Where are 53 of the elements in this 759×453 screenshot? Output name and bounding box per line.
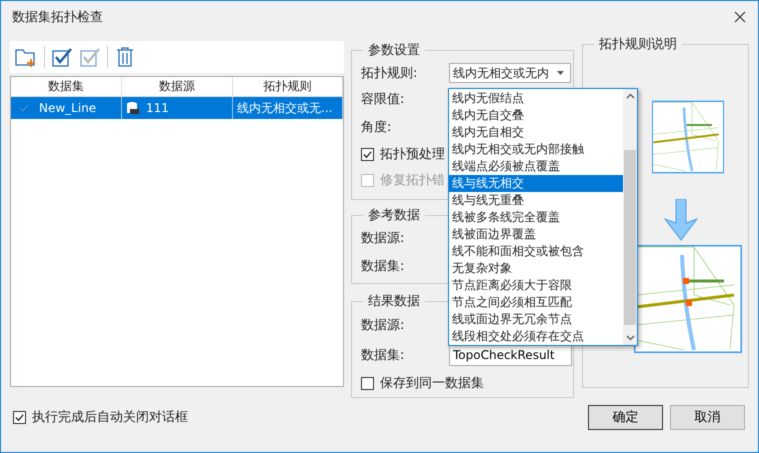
dropdown-item[interactable]: 线被面边界覆盖 (449, 226, 623, 243)
window-title: 数据集拓扑检查 (12, 9, 103, 26)
table-cell: 111 (146, 101, 169, 115)
field-label: 数据集: (361, 347, 406, 364)
caret-icon (557, 71, 564, 75)
rule-dropdown[interactable]: 线内无相交或无内 (449, 63, 571, 83)
dropdown-item[interactable]: 线不能和面相交或被包含 (449, 243, 623, 260)
dropdown-item[interactable]: 线内无自相交 (449, 124, 623, 141)
dropdown-item[interactable]: 线或面边界无冗余节点 (449, 311, 623, 328)
database-icon (126, 101, 140, 115)
checkbox[interactable] (13, 410, 26, 424)
dropdown-item[interactable]: 线段相交处必须存在交点 (449, 328, 623, 345)
field-label: 容限值: (361, 91, 406, 108)
uncheck-icon[interactable] (79, 46, 101, 68)
field-label: 数据源: (361, 317, 406, 334)
close-icon[interactable] (734, 11, 746, 23)
dropdown-item[interactable]: 节点之间必须相互匹配 (449, 294, 623, 311)
dropdown-item[interactable]: 线与线无相交 (449, 175, 623, 192)
trash-icon[interactable] (114, 46, 136, 68)
dropdown-item[interactable]: 线内无相交或无内部接触 (449, 141, 623, 158)
dataset-input[interactable]: TopoCheckResult (449, 344, 572, 366)
group-title: 结果数据 (367, 293, 421, 310)
checkbox-label: 保存到同一数据集 (380, 375, 484, 392)
table-row[interactable]: New_Line 111 线内无相交或无... (11, 97, 343, 119)
dropdown-item[interactable]: 线与线无重叠 (449, 192, 623, 209)
dropdown-item[interactable]: 线端点必须被点覆盖 (449, 158, 623, 175)
dialog-button[interactable]: 取消 (670, 404, 745, 430)
checkbox-label: 修复拓扑错 (380, 172, 445, 189)
checkbox[interactable] (361, 148, 374, 160)
scroll-down-icon[interactable] (626, 335, 634, 341)
dropdown-item[interactable]: 无复杂对象 (449, 260, 623, 277)
dropdown-item[interactable]: 线内无自交叠 (449, 107, 623, 124)
group-title: 参考数据 (367, 207, 421, 224)
check-icon (19, 104, 29, 112)
checkbox-label: 拓扑预处理 (380, 146, 445, 163)
check-all-icon[interactable] (51, 46, 73, 68)
group-title: 拓扑规则说明 (598, 36, 678, 53)
field-label: 数据源: (361, 230, 406, 247)
scroll-up-icon[interactable] (626, 93, 634, 99)
dropdown-item[interactable]: 节点距离必须大于容限 (449, 277, 623, 294)
field-label: 拓扑规则: (361, 65, 418, 82)
checkbox[interactable] (361, 376, 374, 390)
dialog-button[interactable]: 确定 (588, 404, 663, 430)
field-label: 数据集: (361, 258, 406, 275)
field-label: 角度: (361, 119, 392, 136)
down-arrow-icon (664, 199, 698, 241)
dropdown-item[interactable]: 线被多条线完全覆盖 (449, 209, 623, 226)
group-title: 参数设置 (367, 42, 421, 59)
table-cell: New_Line (39, 101, 96, 115)
dropdown-item[interactable]: 线内无假结点 (449, 90, 623, 107)
table-cell: 线内无相交或无... (233, 97, 343, 119)
scrollbar[interactable] (623, 89, 637, 345)
checkbox-label: 执行完成后自动关闭对话框 (32, 409, 188, 426)
